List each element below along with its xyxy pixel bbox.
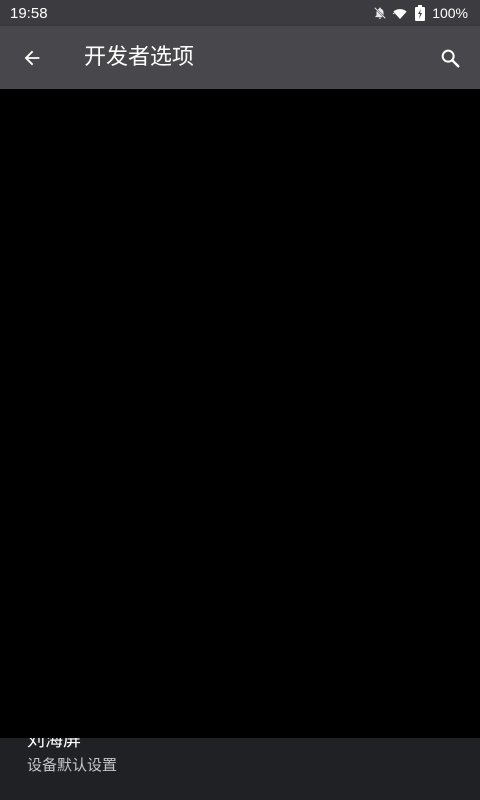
wifi-icon [392, 5, 408, 21]
screen: 19:58 100% 开发者选项 刘海屏 设备默认设置 [0, 0, 480, 800]
black-overlay [0, 89, 480, 738]
arrow-back-icon [24, 50, 40, 66]
notifications-off-icon [372, 5, 388, 21]
search-button[interactable] [432, 40, 468, 76]
status-bar: 19:58 100% [0, 0, 480, 26]
setting-summary: 设备默认设置 [27, 756, 118, 774]
search-icon [441, 49, 460, 68]
status-icons: 100% [372, 5, 468, 21]
battery-percent: 100% [432, 5, 468, 21]
back-button[interactable] [14, 40, 50, 76]
battery-charging-icon [412, 5, 428, 21]
app-bar: 开发者选项 [0, 26, 480, 89]
status-time: 19:58 [10, 4, 48, 22]
page-title: 开发者选项 [84, 45, 195, 70]
